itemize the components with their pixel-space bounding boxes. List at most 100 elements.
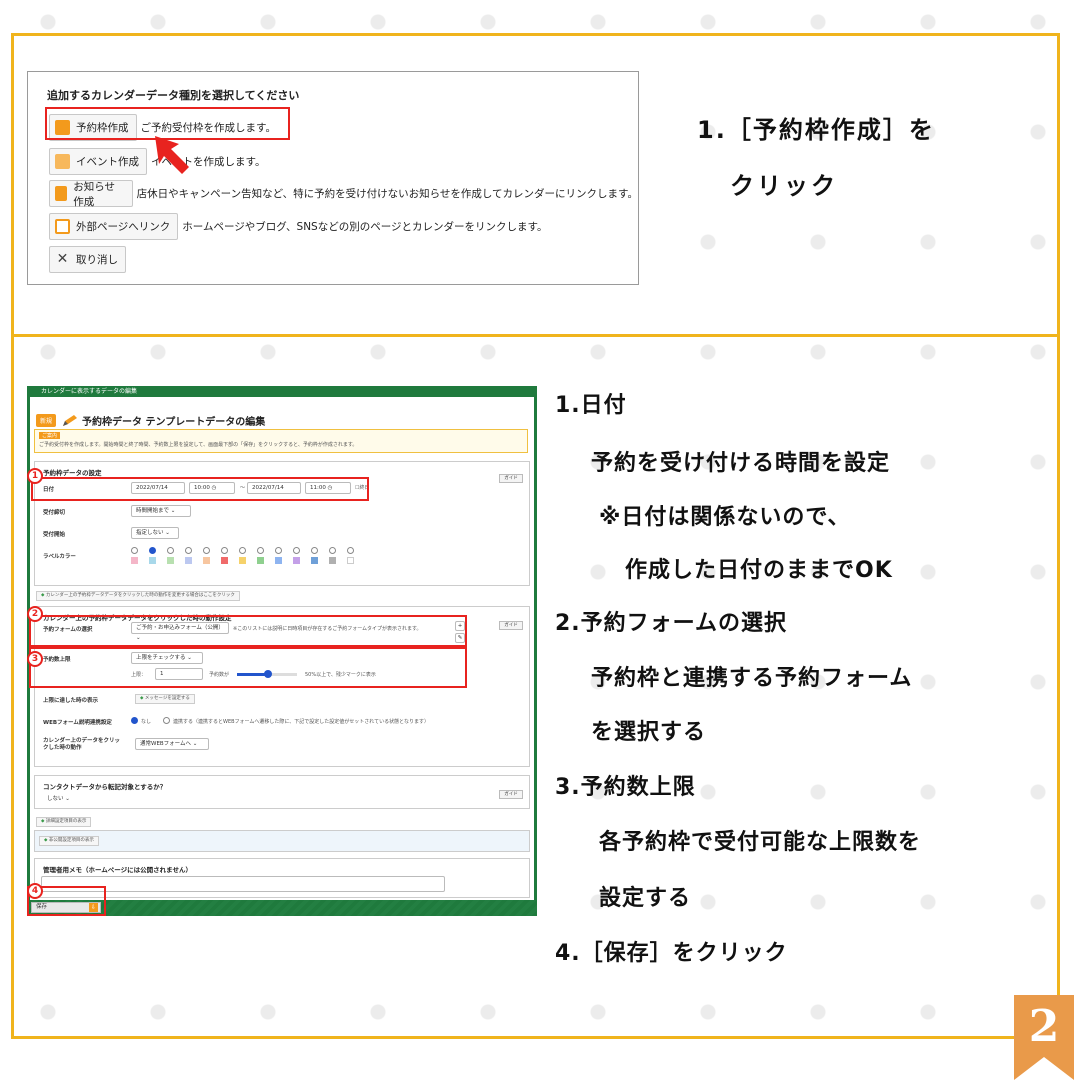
marker-2: 2: [27, 606, 43, 622]
guide-button-1[interactable]: ガイド: [499, 474, 523, 483]
calendar-type-selection-screenshot: 追加するカレンダーデータ種別を選択してください 予約枠作成 ご予約受付枠を作成し…: [27, 71, 639, 285]
date-end-field[interactable]: 2022/07/14: [247, 482, 301, 494]
label-color-swatch: [275, 557, 282, 564]
megaphone-icon: [55, 186, 68, 201]
instruction-2-body-2: を選択する: [591, 720, 707, 745]
limit-bar-note: 50%以上で、残少マークに表示: [305, 672, 376, 678]
red-arrow-icon: [155, 136, 189, 174]
deadline-select[interactable]: 時間開始まで ⌄: [131, 505, 191, 517]
allday-label: 終日: [359, 485, 370, 491]
instruction-3-body-1: 各予約枠で受付可能な上限数を: [599, 830, 922, 855]
cancel-row: ✕ 取り消し: [49, 246, 126, 273]
notice-row: お知らせ作成 店休日やキャンペーン告知など、特に予約を受け付けないお知らせを作成…: [49, 180, 638, 208]
save-button[interactable]: 保存 ⇩: [31, 902, 101, 913]
external-link-button[interactable]: 外部ページへリンク: [49, 213, 179, 240]
label-color-radio[interactable]: [203, 547, 210, 554]
limit-bar-label: 予約数が: [209, 672, 230, 678]
reached-message-link[interactable]: メッセージを設定する: [135, 694, 195, 704]
reserve-icon: [55, 120, 70, 135]
time-start-field[interactable]: 10:00 ◷: [189, 482, 235, 494]
form-select-label: 予約フォームの選択: [43, 627, 93, 633]
time-end-value: 11:00: [310, 485, 326, 491]
edit-form-button[interactable]: ✎: [455, 633, 465, 643]
label-color-swatch: [203, 557, 210, 564]
marker-3: 3: [27, 651, 43, 667]
contact-select[interactable]: しない ⌄: [43, 794, 103, 806]
info-note-tag: ご案内: [39, 432, 61, 439]
limit-check-value: 上限をチェックする: [136, 655, 186, 661]
marker-4: 4: [27, 883, 43, 899]
clock-icon: ◷: [327, 485, 333, 491]
contact-value: しない: [47, 796, 64, 802]
label-color-radio[interactable]: [185, 547, 192, 554]
limit-slider-handle[interactable]: [264, 670, 272, 678]
reserve-settings-section: 予約枠データの設定 ガイド 日付 2022/07/14 10:00 ◷ 〜 20…: [34, 461, 530, 586]
external-link-icon: [55, 219, 70, 234]
label-color-radio[interactable]: [293, 547, 300, 554]
label-color-radio[interactable]: [347, 547, 354, 554]
hidden-settings-section: 非公開設定項目の表示: [34, 830, 530, 852]
guide-button-2[interactable]: ガイド: [499, 621, 523, 630]
contact-section: コンタクトデータから転記対象とするか？ ガイド しない ⌄: [34, 775, 530, 809]
label-color-radio[interactable]: [329, 547, 336, 554]
label-color-swatch: [311, 557, 318, 564]
window-title: カレンダーに表示するデータの編集: [41, 388, 138, 395]
form-title-bar: 新規 予約枠データ テンプレートデータの編集: [36, 413, 265, 428]
form-select[interactable]: ご予約・お申込みフォーム（公開） ⌄: [131, 622, 229, 641]
detail-settings-link[interactable]: 詳細設定項目の表示: [36, 817, 92, 827]
add-form-button[interactable]: +: [455, 621, 465, 631]
close-icon: ✕: [56, 251, 69, 267]
page-number-badge: 2: [1014, 995, 1074, 1080]
form-select-note: ※このリストには説明に日時項目が存在するご予約フォームタイプが表示されます。: [233, 626, 422, 632]
label-color-swatch: [149, 557, 156, 564]
notice-create-button[interactable]: お知らせ作成: [49, 180, 133, 208]
click-action-value: 通常WEBフォームへ: [140, 741, 192, 747]
new-badge: 新規: [36, 414, 57, 427]
form-select-value: ご予約・お申込みフォーム（公開）: [136, 625, 224, 631]
click-behavior-link[interactable]: カレンダー上の予約枠データデータをクリックした時の動作を変更する場合はここをクリ…: [36, 591, 240, 601]
deadline-value: 時間開始まで: [136, 508, 170, 514]
memo-textarea[interactable]: [41, 876, 445, 892]
guide-button-3[interactable]: ガイド: [499, 790, 523, 799]
label-color-label: ラベルカラー: [43, 554, 76, 560]
limit-slider-fill: [237, 673, 267, 676]
label-color-radio[interactable]: [167, 547, 174, 554]
notice-desc: 店休日やキャンペーン告知など、特に予約を受け付けないお知らせを作成してカレンダー…: [136, 188, 638, 200]
limit-check-select[interactable]: 上限をチェックする ⌄: [131, 652, 203, 664]
label-color-radio[interactable]: [239, 547, 246, 554]
event-icon: [55, 154, 70, 169]
memo-section: 管理者用メモ（ホームページには公開されません）: [34, 858, 530, 898]
label-color-swatch: [257, 557, 264, 564]
form-footer: 保存 ⇩: [27, 900, 537, 916]
reserve-create-button[interactable]: 予約枠作成: [49, 114, 137, 141]
event-create-label: イベント作成: [76, 156, 139, 168]
info-note-text: ご予約受付枠を作成します。開始時間と終了時間、予約数上限を設定して、画面最下部の…: [39, 442, 358, 448]
reached-label: 上限に達した時の表示: [43, 698, 99, 704]
click-action-label: カレンダー上のデータをクリックした時の動作: [43, 738, 121, 751]
label-color-radio[interactable]: [149, 547, 156, 554]
web-none-radio[interactable]: [131, 717, 138, 724]
limit-slider-track[interactable]: [237, 670, 297, 678]
label-color-radio[interactable]: [221, 547, 228, 554]
limit-input[interactable]: 1: [155, 668, 203, 680]
date-start-field[interactable]: 2022/07/14: [131, 482, 185, 494]
info-note: ご案内 ご予約受付枠を作成します。開始時間と終了時間、予約数上限を設定して、画面…: [34, 429, 528, 453]
label-color-swatch: [239, 557, 246, 564]
external-link-desc: ホームページやブログ、SNSなどの別のページとカレンダーをリンクします。: [182, 221, 548, 233]
external-link-row: 外部ページへリンク ホームページやブログ、SNSなどの別のページとカレンダーをリ…: [49, 213, 547, 240]
step1-subtitle: クリック: [730, 172, 838, 200]
web-link-radio[interactable]: [163, 717, 170, 724]
click-action-select[interactable]: 通常WEBフォームへ ⌄: [135, 738, 209, 750]
time-end-field[interactable]: 11:00 ◷: [305, 482, 351, 494]
label-color-radio[interactable]: [275, 547, 282, 554]
start-select[interactable]: 指定しない ⌄: [131, 527, 179, 539]
web-link-label: WEBフォーム説明連携設定: [43, 720, 112, 726]
hidden-settings-link[interactable]: 非公開設定項目の表示: [39, 836, 99, 846]
event-create-button[interactable]: イベント作成: [49, 148, 147, 175]
cancel-button[interactable]: ✕ 取り消し: [49, 246, 126, 273]
label-color-radio[interactable]: [257, 547, 264, 554]
reserve-settings-title: 予約枠データの設定: [43, 469, 102, 477]
allday-checkbox[interactable]: ☐終日: [355, 484, 370, 491]
label-color-radio[interactable]: [311, 547, 318, 554]
label-color-radio[interactable]: [131, 547, 138, 554]
